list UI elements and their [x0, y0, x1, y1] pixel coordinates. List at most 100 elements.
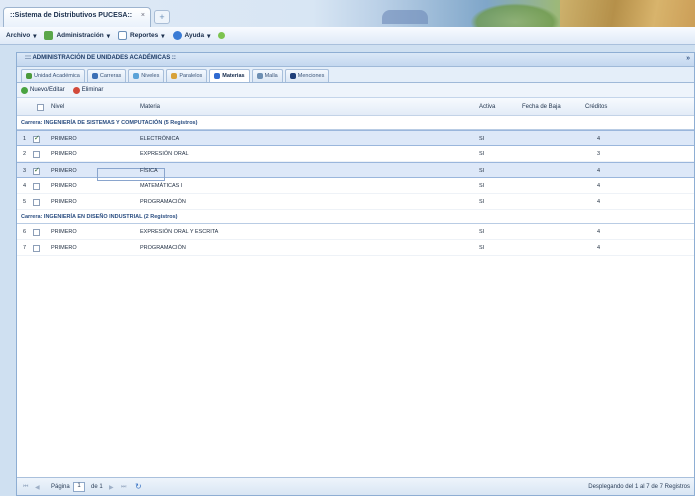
- menu-archivo[interactable]: Archivo ▾: [6, 32, 36, 40]
- prev-page-icon[interactable]: ◀: [35, 484, 40, 491]
- cell-nivel: PRIMERO: [51, 229, 77, 235]
- cell-activa: SI: [479, 245, 485, 251]
- group-row[interactable]: Carrera: INGENIERÍA EN DISEÑO INDUSTRIAL…: [17, 210, 694, 224]
- last-page-icon[interactable]: ⏭: [121, 484, 126, 491]
- tab-niveles[interactable]: Niveles: [128, 69, 165, 82]
- row-checkbox[interactable]: [33, 166, 40, 175]
- table-row[interactable]: 3 PRIMERO FÍSICA SI 4: [17, 162, 694, 181]
- column-header-creditos[interactable]: Créditos: [585, 104, 607, 110]
- menu-reportes[interactable]: Reportes ▾: [118, 31, 165, 40]
- tab-paralelos[interactable]: Paralelos: [166, 69, 208, 82]
- table-row[interactable]: 5 PRIMERO PROGRAMACIÓN SI 4: [17, 194, 694, 210]
- chevron-down-icon: ▾: [33, 32, 37, 40]
- tab-unidad-academica[interactable]: Unidad Académica: [21, 69, 85, 82]
- panel-title: ::: ADMINISTRACIÓN DE UNIDADES ACADÉMICA…: [25, 55, 176, 61]
- cell-activa: SI: [479, 229, 485, 235]
- row-checkbox[interactable]: [33, 199, 40, 206]
- tab-label: Paralelos: [179, 73, 203, 79]
- grid-icon: [256, 73, 263, 79]
- browser-tab-title: ::Sistema de Distributivos PUCESA::: [10, 12, 133, 19]
- unit-icon: [26, 73, 32, 79]
- row-checkbox[interactable]: [33, 134, 40, 143]
- group-icon: [171, 73, 178, 79]
- new-edit-label: Nuevo/Editar: [30, 87, 65, 93]
- new-edit-button[interactable]: Nuevo/Editar: [21, 86, 65, 94]
- cell-nivel: PRIMERO: [51, 136, 77, 142]
- help-icon: [172, 31, 182, 40]
- tab-label: Malla: [264, 73, 278, 79]
- delete-icon: [72, 86, 80, 94]
- row-checkbox[interactable]: [33, 151, 40, 158]
- levels-icon: [133, 73, 140, 79]
- cell-nivel: PRIMERO: [51, 183, 77, 189]
- cell-nivel: PRIMERO: [51, 199, 77, 205]
- column-header-activa[interactable]: Activa: [479, 104, 495, 110]
- group-label: Carrera: INGENIERÍA EN DISEÑO INDUSTRIAL…: [21, 214, 178, 220]
- subjects-icon: [214, 73, 221, 79]
- column-header-fecha-baja[interactable]: Fecha de Baja: [522, 104, 561, 110]
- tab-malla[interactable]: Malla: [251, 69, 283, 82]
- users-icon: [91, 73, 98, 79]
- page-label: Página: [51, 484, 70, 490]
- tab-label: Unidad Académica: [34, 73, 80, 79]
- delete-button[interactable]: Eliminar: [72, 86, 103, 94]
- collapse-icon[interactable]: »: [686, 55, 690, 62]
- cell-activa: SI: [479, 136, 485, 142]
- tab-menciones[interactable]: Menciones: [284, 69, 330, 82]
- background-decoration: [470, 3, 560, 27]
- cell-materia: EXPRESIÓN ORAL: [140, 151, 189, 157]
- next-page-icon[interactable]: ▶: [109, 484, 114, 491]
- cell-activa: SI: [479, 199, 485, 205]
- chevron-down-icon: ▾: [106, 32, 111, 40]
- tab-carreras[interactable]: Carreras: [86, 69, 127, 82]
- cell-activa: SI: [479, 151, 485, 157]
- table-row[interactable]: 7 PRIMERO PROGRAMACIÓN SI 4: [17, 240, 694, 256]
- status-icon: [218, 32, 226, 39]
- group-row[interactable]: Carrera: INGENIERÍA DE SISTEMAS Y COMPUT…: [17, 116, 694, 130]
- table-row[interactable]: 6 PRIMERO EXPRESIÓN ORAL Y ESCRITA SI 4: [17, 224, 694, 240]
- row-checkbox[interactable]: [33, 245, 40, 252]
- close-icon[interactable]: ×: [141, 12, 145, 19]
- cell-nivel: PRIMERO: [51, 245, 77, 251]
- tab-label: Niveles: [141, 73, 160, 79]
- report-icon: [118, 31, 128, 40]
- cell-activa: SI: [479, 183, 485, 189]
- column-header-materia[interactable]: Materia: [140, 104, 160, 110]
- menu-ayuda[interactable]: Ayuda ▾: [172, 31, 210, 40]
- cell-materia: ELECTRÓNICA: [140, 136, 180, 142]
- table-row[interactable]: 2 PRIMERO EXPRESIÓN ORAL SI 3: [17, 146, 694, 162]
- row-number: 5: [23, 199, 27, 205]
- page-of-label: de 1: [91, 484, 103, 490]
- grid-toolbar: Nuevo/Editar Eliminar: [17, 83, 694, 98]
- background-decoration: [382, 10, 428, 24]
- select-all-checkbox[interactable]: [37, 104, 44, 111]
- tab-materias[interactable]: Materias: [209, 69, 250, 82]
- tab-label: Menciones: [297, 73, 325, 79]
- refresh-icon[interactable]: ↻: [135, 482, 142, 491]
- column-header-nivel[interactable]: Nivel: [51, 104, 64, 110]
- first-page-icon[interactable]: ⏮: [23, 484, 28, 491]
- table-row[interactable]: 4 PRIMERO MATEMÁTICAS I SI 4: [17, 178, 694, 194]
- tab-bar: Unidad Académica Carreras Niveles Parale…: [17, 67, 694, 83]
- cell-materia: MATEMÁTICAS I: [140, 183, 183, 189]
- tab-label: Carreras: [99, 73, 122, 79]
- cell-creditos: 4: [597, 199, 601, 205]
- row-checkbox[interactable]: [33, 183, 40, 190]
- row-checkbox[interactable]: [33, 229, 40, 236]
- cell-creditos: 3: [597, 151, 601, 157]
- page-input[interactable]: 1: [73, 482, 85, 492]
- cell-creditos: 4: [597, 245, 601, 251]
- cell-nivel: PRIMERO: [51, 151, 77, 157]
- table-row[interactable]: 1 PRIMERO ELECTRÓNICA SI 4: [17, 130, 694, 146]
- new-tab-button[interactable]: +: [154, 10, 170, 24]
- background-decoration: [560, 0, 695, 27]
- panel-header: ::: ADMINISTRACIÓN DE UNIDADES ACADÉMICA…: [17, 53, 694, 67]
- cell-activa: SI: [479, 168, 485, 174]
- menu-administracion[interactable]: Administración ▾: [44, 31, 110, 40]
- row-number: 6: [23, 229, 27, 235]
- browser-tab[interactable]: ::Sistema de Distributivos PUCESA:: ×: [3, 7, 151, 27]
- grid-footer: ⏮ ◀ Página 1 de 1 ▶ ⏭ ↻ Desplegando del …: [17, 477, 694, 495]
- main-panel: ::: ADMINISTRACIÓN DE UNIDADES ACADÉMICA…: [16, 52, 695, 496]
- row-number: 4: [23, 183, 27, 189]
- menu-label: Ayuda: [184, 32, 205, 39]
